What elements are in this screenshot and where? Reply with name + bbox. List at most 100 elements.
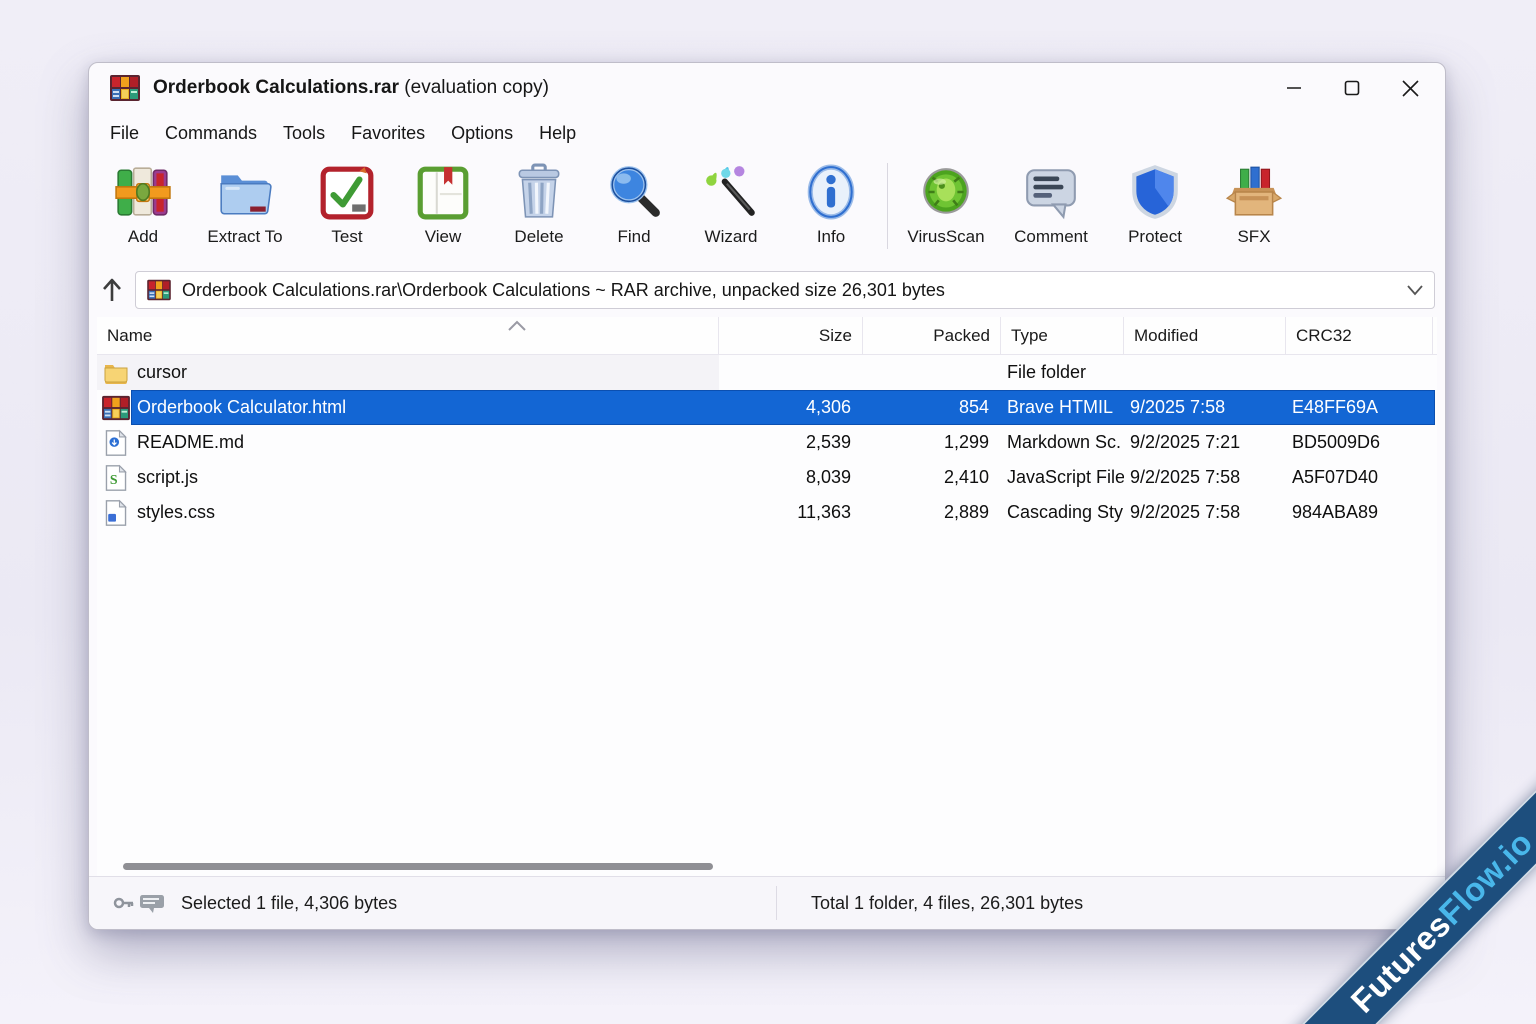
column-header-crc32[interactable]: CRC32 <box>1286 317 1433 354</box>
file-crc32 <box>1286 355 1433 390</box>
window-controls <box>1265 67 1439 109</box>
add-label: Add <box>128 227 158 247</box>
file-row-script[interactable]: S script.js 8,039 2,410 JavaScript File … <box>97 460 1437 495</box>
view-book-icon <box>412 161 474 223</box>
file-row-cursor[interactable]: cursor File folder <box>97 355 1437 390</box>
find-button[interactable]: Find <box>587 157 681 261</box>
up-arrow-icon <box>100 277 124 303</box>
minimize-button[interactable] <box>1265 67 1323 109</box>
protect-shield-icon <box>1124 161 1186 223</box>
delete-button[interactable]: Delete <box>491 157 587 261</box>
file-row-readme[interactable]: README.md 2,539 1,299 Markdown Sc. 9/2/2… <box>97 425 1437 460</box>
window-title: Orderbook Calculations.rar (evaluation c… <box>153 77 549 99</box>
file-size: 11,363 <box>719 495 863 530</box>
file-crc32: A5F07D40 <box>1286 460 1433 495</box>
file-size: 8,039 <box>719 460 863 495</box>
file-name: README.md <box>137 432 244 453</box>
menu-options[interactable]: Options <box>438 113 526 153</box>
add-archive-icon <box>112 161 174 223</box>
file-name: styles.css <box>137 502 215 523</box>
rar-archive-icon <box>146 279 172 301</box>
sfx-label: SFX <box>1237 227 1270 247</box>
find-label: Find <box>617 227 650 247</box>
file-packed: 854 <box>863 390 1001 425</box>
folder-icon <box>101 358 131 388</box>
file-packed <box>863 355 1001 390</box>
maximize-button[interactable] <box>1323 67 1381 109</box>
close-button[interactable] <box>1381 67 1439 109</box>
address-bar[interactable]: Orderbook Calculations.rar\Orderbook Cal… <box>135 271 1435 309</box>
comment-bubble-icon <box>1020 161 1082 223</box>
window-title-filename: Orderbook Calculations.rar <box>153 77 399 98</box>
toolbar-separator <box>887 163 888 249</box>
toolbar: Add Extract To <box>89 153 1445 265</box>
chevron-down-icon[interactable] <box>1406 284 1424 296</box>
file-name: script.js <box>137 467 198 488</box>
wizard-button[interactable]: Wizard <box>681 157 781 261</box>
view-button[interactable]: View <box>395 157 491 261</box>
file-row-styles[interactable]: styles.css 11,363 2,889 Cascading Sty 9/… <box>97 495 1437 530</box>
column-header-packed[interactable]: Packed <box>863 317 1001 354</box>
column-header-name[interactable]: Name <box>97 317 719 354</box>
extract-to-button[interactable]: Extract To <box>191 157 299 261</box>
address-row: Orderbook Calculations.rar\Orderbook Cal… <box>89 265 1445 315</box>
key-icon <box>113 892 135 914</box>
column-header-type[interactable]: Type <box>1001 317 1124 354</box>
menu-favorites[interactable]: Favorites <box>338 113 438 153</box>
delete-label: Delete <box>514 227 563 247</box>
file-crc32: BD5009D6 <box>1286 425 1433 460</box>
comment-status-icon <box>139 892 165 914</box>
info-label: Info <box>817 227 845 247</box>
protect-button[interactable]: Protect <box>1104 157 1206 261</box>
menu-commands[interactable]: Commands <box>152 113 270 153</box>
menu-bar: File Commands Tools Favorites Options He… <box>89 113 1445 153</box>
info-icon <box>800 161 862 223</box>
virusscan-icon <box>915 161 977 223</box>
menu-tools[interactable]: Tools <box>270 113 338 153</box>
sort-ascending-icon <box>505 320 529 332</box>
test-checkmark-icon <box>316 161 378 223</box>
file-type: Markdown Sc. <box>1001 425 1124 460</box>
extract-folder-icon <box>214 161 276 223</box>
view-label: View <box>425 227 462 247</box>
add-button[interactable]: Add <box>95 157 191 261</box>
test-label: Test <box>331 227 362 247</box>
file-type: JavaScript File <box>1001 460 1124 495</box>
wizard-wand-icon <box>700 161 762 223</box>
menu-help[interactable]: Help <box>526 113 589 153</box>
file-modified: 9/2/2025 7:21 <box>1124 425 1286 460</box>
close-icon <box>1402 80 1419 97</box>
window-title-suffix: (evaluation copy) <box>399 77 549 98</box>
file-size: 2,539 <box>719 425 863 460</box>
watermark-part2: Flow.io <box>1432 824 1536 932</box>
virusscan-button[interactable]: VirusScan <box>894 157 998 261</box>
file-type: Cascading Sty <box>1001 495 1124 530</box>
protect-label: Protect <box>1128 227 1182 247</box>
file-packed: 1,299 <box>863 425 1001 460</box>
rar-file-icon <box>101 393 131 423</box>
sfx-button[interactable]: SFX <box>1206 157 1302 261</box>
svg-text:S: S <box>110 472 118 487</box>
file-crc32: 984ABA89 <box>1286 495 1433 530</box>
menu-file[interactable]: File <box>97 113 152 153</box>
test-button[interactable]: Test <box>299 157 395 261</box>
sfx-box-icon <box>1223 161 1285 223</box>
file-modified <box>1124 355 1286 390</box>
file-size: 4,306 <box>719 390 863 425</box>
list-header: Name Size Packed Type Modified CRC32 <box>97 317 1437 355</box>
status-bar: Selected 1 file, 4,306 bytes Total 1 fol… <box>89 876 1445 929</box>
title-bar: Orderbook Calculations.rar (evaluation c… <box>89 63 1445 113</box>
comment-button[interactable]: Comment <box>998 157 1104 261</box>
maximize-icon <box>1344 80 1360 96</box>
up-directory-button[interactable] <box>89 270 135 310</box>
horizontal-scrollbar[interactable] <box>123 863 713 870</box>
file-modified: 9/2/2025 7:58 <box>1124 495 1286 530</box>
extract-to-label: Extract To <box>207 227 282 247</box>
archive-totals: Total 1 folder, 4 files, 26,301 bytes <box>811 893 1083 914</box>
info-button[interactable]: Info <box>781 157 881 261</box>
file-list: Name Size Packed Type Modified CRC32 <box>89 315 1445 876</box>
file-row-orderbook-calculator[interactable]: Orderbook Calculator.html 4,306 854 Brav… <box>97 390 1437 425</box>
file-crc32: E48FF69A <box>1286 390 1433 425</box>
column-header-modified[interactable]: Modified <box>1124 317 1286 354</box>
column-header-size[interactable]: Size <box>719 317 863 354</box>
